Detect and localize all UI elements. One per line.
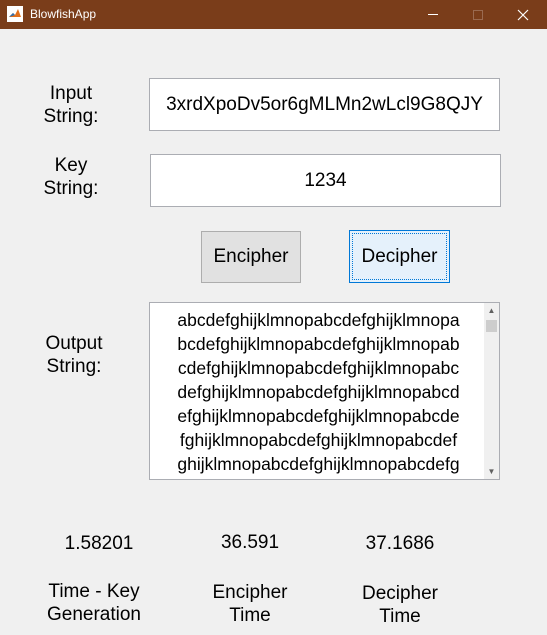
output-string-textarea[interactable]: abcdefghijklmnopabcdefghijklmnopa bcdefg… <box>149 302 500 480</box>
encipher-button[interactable]: Encipher <box>201 231 301 283</box>
close-button[interactable] <box>500 0 546 29</box>
output-string-label: Output String: <box>45 333 103 377</box>
encipher-time-label: Encipher Time <box>212 582 288 626</box>
key-string-value: 1234 <box>304 169 347 191</box>
output-line: fghijklmnopabcdefghijklmnopabcdef <box>179 430 458 450</box>
input-string-field[interactable]: 3xrdXpoDv5or6gMLMn2wLcl9G8QJY <box>149 78 500 131</box>
output-line: cdefghijklmnopabcdefghijklmnopabc <box>177 358 460 378</box>
scroll-up-arrow-icon[interactable]: ▲ <box>484 303 499 318</box>
minimize-icon <box>428 14 438 15</box>
title-bar: BlowfishApp <box>0 0 547 29</box>
encipher-time-value: 36.591 <box>220 532 280 553</box>
decipher-button[interactable]: Decipher <box>349 230 450 283</box>
key-generation-time-label: Time - Key Generation <box>46 581 141 625</box>
decipher-time-label: Decipher Time <box>361 583 439 627</box>
key-string-label: Key String: <box>43 155 99 199</box>
output-lines: abcdefghijklmnopabcdefghijklmnopa bcdefg… <box>152 308 485 476</box>
maximize-icon <box>473 9 483 20</box>
output-line: abcdefghijklmnopabcdefghijklmnopa <box>177 310 460 330</box>
output-line: bcdefghijklmnopabcdefghijklmnopab <box>177 334 460 354</box>
input-string-value: 3xrdXpoDv5or6gMLMn2wLcl9G8QJY <box>166 93 483 115</box>
close-icon <box>517 9 529 20</box>
scroll-thumb[interactable] <box>486 320 497 332</box>
matlab-app-icon <box>7 6 23 22</box>
window-title: BlowfishApp <box>30 7 97 21</box>
focus-ring <box>352 233 447 280</box>
output-line: defghijklmnopabcdefghijklmnopabcd <box>177 382 460 402</box>
minimize-button[interactable] <box>410 0 456 29</box>
decipher-time-value: 37.1686 <box>365 533 435 554</box>
output-scrollbar[interactable]: ▲ ▼ <box>484 303 499 479</box>
key-generation-time-value: 1.58201 <box>64 533 134 554</box>
encipher-button-label: Encipher <box>213 246 289 267</box>
scroll-down-arrow-icon[interactable]: ▼ <box>484 464 499 479</box>
maximize-button[interactable] <box>455 0 501 29</box>
key-string-field[interactable]: 1234 <box>150 154 501 207</box>
output-line: efghijklmnopabcdefghijklmnopabcde <box>177 406 460 426</box>
output-line: ghijklmnopabcdefghijklmnopabcdefg <box>177 454 460 474</box>
input-string-label: Input String: <box>43 83 99 127</box>
